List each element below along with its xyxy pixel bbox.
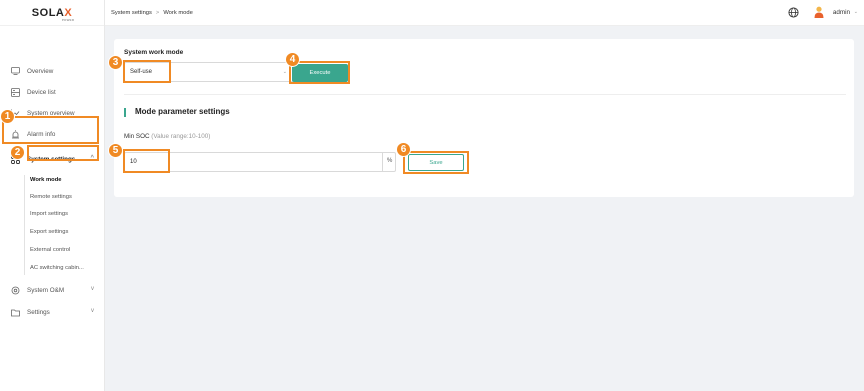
globe-icon[interactable] xyxy=(788,7,799,18)
sidebar: SOLAX POWER Overview Device list System … xyxy=(0,0,105,391)
device-list-icon xyxy=(10,87,20,97)
sidebar-item-device-list[interactable]: Device list xyxy=(0,84,104,100)
monitor-icon xyxy=(10,66,20,76)
callout-badge: 2 xyxy=(10,145,25,160)
divider xyxy=(124,94,846,95)
sub-item-external-control[interactable]: External control xyxy=(0,242,104,258)
chevron-down-icon: ⌄ xyxy=(282,69,287,75)
section-accent-bar xyxy=(124,108,126,117)
sidebar-item-overview[interactable]: Overview xyxy=(0,63,104,79)
min-soc-label: Min SOC (Value range:10-100) xyxy=(124,133,211,140)
maintenance-icon xyxy=(10,285,20,295)
user-name[interactable]: admin xyxy=(833,9,850,16)
highlight-system-settings xyxy=(2,116,99,144)
work-mode-label: System work mode xyxy=(124,49,184,56)
sub-item-export-settings[interactable]: Export settings xyxy=(0,224,104,240)
chevron-down-icon[interactable]: ⌄ xyxy=(854,9,858,15)
callout-badge: 3 xyxy=(108,55,123,70)
highlight-min-soc-input xyxy=(123,149,170,173)
breadcrumb-current: Work mode xyxy=(163,9,193,16)
callout-badge: 6 xyxy=(396,142,411,157)
logo: SOLAX POWER xyxy=(0,0,104,26)
sidebar-item-settings[interactable]: Settings v xyxy=(0,304,104,320)
sub-item-ac-switching-cabinet[interactable]: AC switching cabin... xyxy=(0,260,104,276)
chevron-down-icon: v xyxy=(91,286,94,292)
breadcrumb-separator: > xyxy=(155,9,160,16)
section-title: Mode parameter settings xyxy=(135,107,230,116)
highlight-save-button xyxy=(403,151,469,174)
breadcrumb-parent[interactable]: System settings xyxy=(111,10,152,16)
highlight-work-mode-select xyxy=(123,60,171,83)
chevron-down-icon: v xyxy=(91,308,94,314)
sub-item-work-mode[interactable]: Work mode xyxy=(0,172,104,188)
sub-item-import-settings[interactable]: Import settings xyxy=(0,206,104,222)
sub-item-remote-settings[interactable]: Remote settings xyxy=(0,189,104,205)
folder-icon xyxy=(10,307,20,317)
unit-percent: % xyxy=(387,158,393,164)
sidebar-item-system-om[interactable]: System O&M v xyxy=(0,282,104,298)
top-bar: System settings > Work mode admin ⌄ xyxy=(105,0,864,26)
callout-badge: 5 xyxy=(108,143,123,158)
callout-badge: 1 xyxy=(0,109,15,124)
callout-badge: 4 xyxy=(285,52,300,67)
highlight-work-mode xyxy=(27,145,99,161)
avatar[interactable] xyxy=(814,6,824,18)
